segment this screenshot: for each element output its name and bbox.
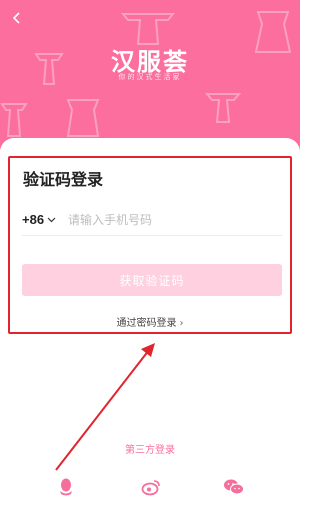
- password-login-link[interactable]: 通过密码登录 ›: [10, 314, 290, 329]
- phone-input[interactable]: [68, 212, 268, 227]
- chevron-down-icon: [47, 217, 56, 222]
- weibo-login-button[interactable]: [137, 473, 165, 501]
- country-code-selector[interactable]: +86: [22, 212, 68, 227]
- wechat-icon: [224, 479, 244, 495]
- third-party-title: 第三方登录: [125, 445, 175, 456]
- brand-header: 汉服荟 你的汉式生活家: [0, 0, 300, 160]
- chevron-right-icon: ›: [179, 318, 184, 329]
- wechat-login-button[interactable]: [220, 473, 248, 501]
- hanfu-decoration-icon: [204, 93, 242, 123]
- password-login-label: 通过密码登录: [116, 318, 177, 329]
- qq-login-button[interactable]: [52, 473, 80, 501]
- hanfu-decoration-icon: [66, 99, 100, 137]
- app-tagline: 你的汉式生活家: [118, 73, 182, 81]
- login-screen: 汉服荟 你的汉式生活家 验证码登录 +86 获取验证码 通过密码登录› 第三方登…: [0, 0, 300, 525]
- panel-title: 验证码登录: [23, 170, 104, 189]
- phone-row: +86: [22, 204, 282, 236]
- country-code-value: +86: [22, 212, 45, 227]
- weibo-icon: [141, 480, 160, 496]
- qq-icon: [60, 478, 72, 496]
- sms-login-panel: 验证码登录 +86 获取验证码 通过密码登录›: [8, 156, 292, 334]
- hanfu-decoration-icon: [0, 103, 28, 137]
- back-button[interactable]: [8, 9, 26, 27]
- chevron-left-icon: [12, 12, 20, 24]
- get-code-button[interactable]: 获取验证码: [22, 264, 282, 296]
